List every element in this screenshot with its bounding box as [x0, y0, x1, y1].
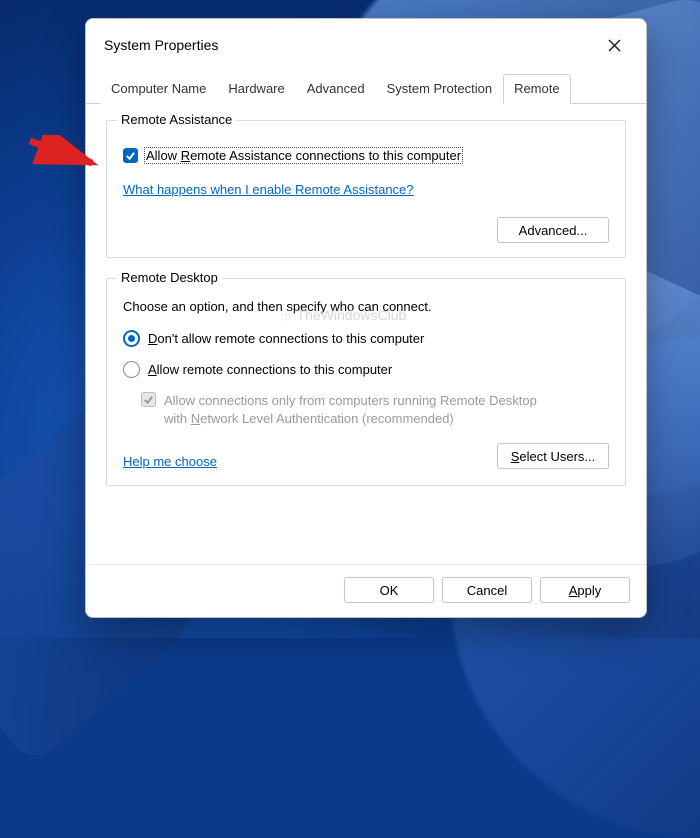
- help-me-choose-link[interactable]: Help me choose: [123, 454, 217, 469]
- checkmark-icon: [143, 394, 154, 405]
- close-icon: [608, 39, 621, 52]
- tab-hardware[interactable]: Hardware: [217, 74, 295, 104]
- radio-dont-allow-input[interactable]: [123, 330, 140, 347]
- allow-remote-assistance-label: Allow Remote Assistance connections to t…: [144, 147, 463, 164]
- radio-allow[interactable]: Allow remote connections to this compute…: [123, 361, 609, 378]
- dialog-button-bar: OK Cancel Apply: [86, 564, 646, 617]
- remote-assistance-help-link[interactable]: What happens when I enable Remote Assist…: [123, 182, 414, 197]
- radio-dont-allow[interactable]: Don't allow remote connections to this c…: [123, 330, 609, 347]
- allow-remote-assistance-checkbox[interactable]: [123, 148, 138, 163]
- system-properties-dialog: System Properties Computer Name Hardware…: [85, 18, 647, 618]
- remote-assistance-legend: Remote Assistance: [117, 112, 236, 127]
- remote-desktop-description: Choose an option, and then specify who c…: [123, 299, 609, 314]
- tab-advanced[interactable]: Advanced: [296, 74, 376, 104]
- nla-checkbox: [141, 392, 156, 407]
- window-title: System Properties: [104, 37, 218, 53]
- tabstrip: Computer Name Hardware Advanced System P…: [86, 73, 646, 104]
- remote-desktop-legend: Remote Desktop: [117, 270, 222, 285]
- nla-label: Allow connections only from computers ru…: [164, 392, 537, 427]
- remote-desktop-group: Remote Desktop Choose an option, and the…: [106, 278, 626, 486]
- radio-allow-input[interactable]: [123, 361, 140, 378]
- checkmark-icon: [125, 150, 136, 161]
- radio-allow-label: Allow remote connections to this compute…: [148, 362, 392, 377]
- allow-remote-assistance-checkbox-row[interactable]: Allow Remote Assistance connections to t…: [123, 147, 609, 164]
- tab-computer-name[interactable]: Computer Name: [100, 74, 217, 104]
- nla-checkbox-row: Allow connections only from computers ru…: [141, 392, 609, 427]
- apply-button[interactable]: Apply: [540, 577, 630, 603]
- radio-dont-allow-label: Don't allow remote connections to this c…: [148, 331, 424, 346]
- remote-assistance-group: Remote Assistance Allow Remote Assistanc…: [106, 120, 626, 258]
- tab-system-protection[interactable]: System Protection: [376, 74, 504, 104]
- tab-remote[interactable]: Remote: [503, 74, 571, 104]
- select-users-button[interactable]: Select Users...: [497, 443, 609, 469]
- titlebar: System Properties: [86, 19, 646, 67]
- cancel-button[interactable]: Cancel: [442, 577, 532, 603]
- advanced-button[interactable]: Advanced...: [497, 217, 609, 243]
- ok-button[interactable]: OK: [344, 577, 434, 603]
- close-button[interactable]: [598, 31, 630, 59]
